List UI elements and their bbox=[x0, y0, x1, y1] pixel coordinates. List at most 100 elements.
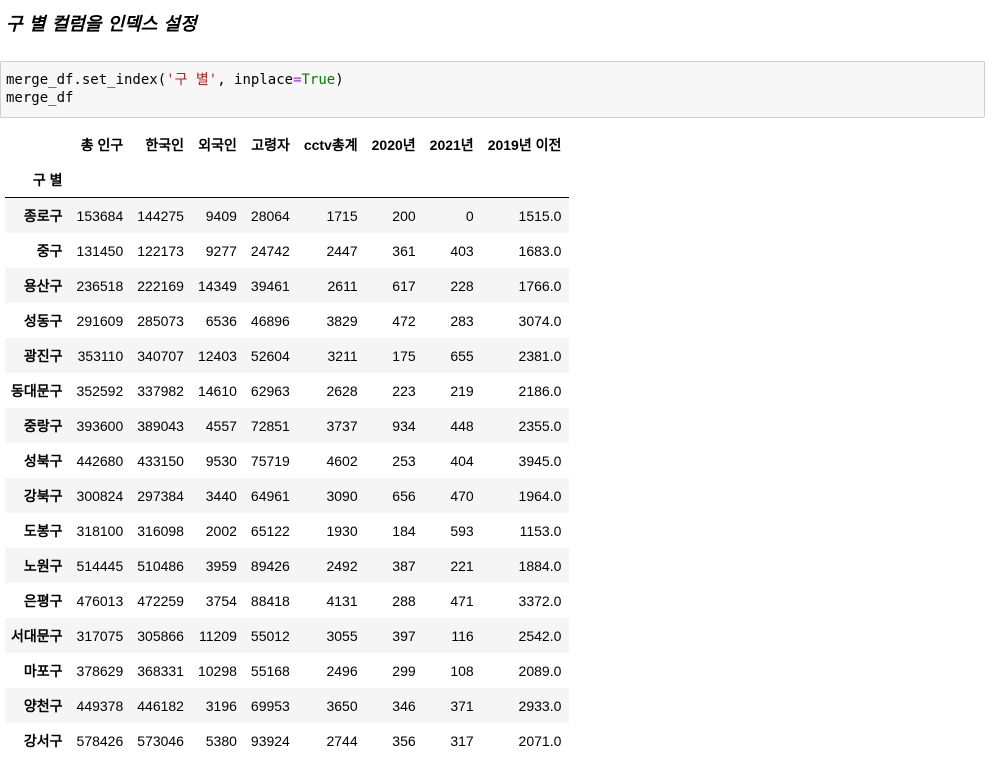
table-cell: 253 bbox=[366, 443, 424, 478]
table-cell: 449378 bbox=[71, 688, 132, 723]
table-row: 서대문구317075305866112095501230553971162542… bbox=[5, 618, 569, 653]
table-cell: 3211 bbox=[298, 338, 366, 373]
table-cell: 3945.0 bbox=[482, 443, 570, 478]
table-cell: 2611 bbox=[298, 268, 366, 303]
table-row: 광진구353110340707124035260432111756552381.… bbox=[5, 338, 569, 373]
table-cell: 28064 bbox=[245, 198, 298, 234]
table-cell: 403 bbox=[424, 233, 482, 268]
table-cell: 352592 bbox=[71, 373, 132, 408]
table-cell: 9530 bbox=[192, 443, 245, 478]
row-index-label: 성북구 bbox=[5, 443, 71, 478]
table-cell: 2492 bbox=[298, 548, 366, 583]
code-cell[interactable]: merge_df.set_index('구 별', inplace=True) … bbox=[0, 61, 985, 118]
row-index-label: 성동구 bbox=[5, 303, 71, 338]
table-cell: 1964.0 bbox=[482, 478, 570, 513]
table-cell: 65122 bbox=[245, 513, 298, 548]
table-cell: 200 bbox=[366, 198, 424, 234]
table-cell: 393600 bbox=[71, 408, 132, 443]
table-row: 중랑구39360038904345577285137379344482355.0 bbox=[5, 408, 569, 443]
table-cell: 934 bbox=[366, 408, 424, 443]
table-cell: 14610 bbox=[192, 373, 245, 408]
table-cell: 442680 bbox=[71, 443, 132, 478]
table-cell: 340707 bbox=[131, 338, 192, 373]
table-cell: 371 bbox=[424, 688, 482, 723]
table-row: 강북구30082429738434406496130906564701964.0 bbox=[5, 478, 569, 513]
table-cell: 299 bbox=[366, 653, 424, 688]
row-index-label: 도봉구 bbox=[5, 513, 71, 548]
table-cell: 89426 bbox=[245, 548, 298, 583]
table-cell: 288 bbox=[366, 583, 424, 618]
code-paren: ) bbox=[335, 72, 343, 88]
table-cell: 285073 bbox=[131, 303, 192, 338]
table-cell: 4131 bbox=[298, 583, 366, 618]
table-cell: 52604 bbox=[245, 338, 298, 373]
table-cell: 656 bbox=[366, 478, 424, 513]
column-header: 외국인 bbox=[192, 127, 245, 162]
table-cell: 433150 bbox=[131, 443, 192, 478]
table-cell: 221 bbox=[424, 548, 482, 583]
table-cell: 3074.0 bbox=[482, 303, 570, 338]
dataframe-table: 총 인구 한국인 외국인 고령자 cctv총계 2020년 2021년 2019… bbox=[5, 127, 569, 758]
table-cell: 219 bbox=[424, 373, 482, 408]
table-cell: 510486 bbox=[131, 548, 192, 583]
table-cell: 3829 bbox=[298, 303, 366, 338]
table-cell: 337982 bbox=[131, 373, 192, 408]
code-operator: = bbox=[293, 72, 301, 88]
table-row: 은평구47601347225937548841841312884713372.0 bbox=[5, 583, 569, 618]
table-cell: 2447 bbox=[298, 233, 366, 268]
table-cell: 2496 bbox=[298, 653, 366, 688]
table-cell: 131450 bbox=[71, 233, 132, 268]
table-cell: 476013 bbox=[71, 583, 132, 618]
table-row: 중구13145012217392772474224473614031683.0 bbox=[5, 233, 569, 268]
table-cell: 1766.0 bbox=[482, 268, 570, 303]
table-cell: 283 bbox=[424, 303, 482, 338]
table-cell: 10298 bbox=[192, 653, 245, 688]
table-cell: 64961 bbox=[245, 478, 298, 513]
table-cell: 12403 bbox=[192, 338, 245, 373]
table-cell: 514445 bbox=[71, 548, 132, 583]
column-header: 2021년 bbox=[424, 127, 482, 162]
code-line-2: merge_df bbox=[6, 90, 73, 106]
table-cell: 2542.0 bbox=[482, 618, 570, 653]
table-cell: 1884.0 bbox=[482, 548, 570, 583]
table-cell: 88418 bbox=[245, 583, 298, 618]
table-cell: 361 bbox=[366, 233, 424, 268]
table-cell: 228 bbox=[424, 268, 482, 303]
table-cell: 222169 bbox=[131, 268, 192, 303]
table-cell: 6536 bbox=[192, 303, 245, 338]
column-header: 한국인 bbox=[131, 127, 192, 162]
table-cell: 236518 bbox=[71, 268, 132, 303]
table-cell: 2355.0 bbox=[482, 408, 570, 443]
table-cell: 448 bbox=[424, 408, 482, 443]
table-cell: 1515.0 bbox=[482, 198, 570, 234]
table-cell: 24742 bbox=[245, 233, 298, 268]
table-cell: 389043 bbox=[131, 408, 192, 443]
table-body: 종로구153684144275940928064171520001515.0중구… bbox=[5, 198, 569, 758]
table-cell: 387 bbox=[366, 548, 424, 583]
table-cell: 2381.0 bbox=[482, 338, 570, 373]
table-row: 양천구44937844618231966995336503463712933.0 bbox=[5, 688, 569, 723]
table-cell: 305866 bbox=[131, 618, 192, 653]
table-cell: 1683.0 bbox=[482, 233, 570, 268]
row-index-label: 중랑구 bbox=[5, 408, 71, 443]
table-cell: 318100 bbox=[71, 513, 132, 548]
table-cell: 3090 bbox=[298, 478, 366, 513]
table-cell: 14349 bbox=[192, 268, 245, 303]
table-cell: 144275 bbox=[131, 198, 192, 234]
table-cell: 153684 bbox=[71, 198, 132, 234]
table-cell: 2089.0 bbox=[482, 653, 570, 688]
row-index-label: 양천구 bbox=[5, 688, 71, 723]
row-index-label: 서대문구 bbox=[5, 618, 71, 653]
column-header-row: 총 인구 한국인 외국인 고령자 cctv총계 2020년 2021년 2019… bbox=[5, 127, 569, 162]
table-row: 도봉구31810031609820026512219301845931153.0 bbox=[5, 513, 569, 548]
index-name-row: 구 별 bbox=[5, 162, 569, 198]
table-row: 성북구44268043315095307571946022534043945.0 bbox=[5, 443, 569, 478]
table-cell: 472259 bbox=[131, 583, 192, 618]
table-cell: 617 bbox=[366, 268, 424, 303]
row-index-label: 동대문구 bbox=[5, 373, 71, 408]
table-cell: 2933.0 bbox=[482, 688, 570, 723]
table-row: 종로구153684144275940928064171520001515.0 bbox=[5, 198, 569, 234]
table-cell: 1153.0 bbox=[482, 513, 570, 548]
table-cell: 0 bbox=[424, 198, 482, 234]
table-cell: 2002 bbox=[192, 513, 245, 548]
